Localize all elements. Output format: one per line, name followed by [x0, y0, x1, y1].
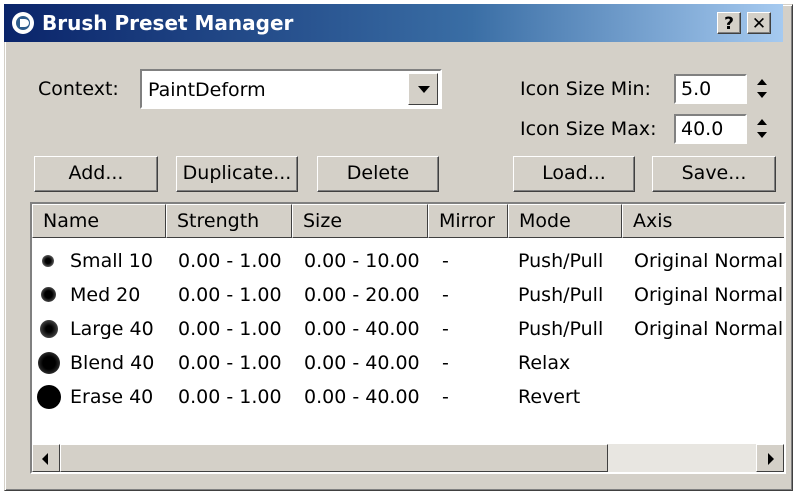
cell-mirror: - [442, 318, 449, 340]
brush-icon [41, 287, 56, 302]
column-header-strength[interactable]: Strength [166, 204, 292, 238]
spinner-down-icon[interactable] [757, 92, 767, 98]
cell-name: Med 20 [70, 284, 141, 306]
window-title: Brush Preset Manager [42, 11, 294, 35]
horizontal-scrollbar[interactable] [32, 444, 784, 472]
cell-strength: 0.00 - 1.00 [178, 386, 282, 408]
scroll-left-button[interactable] [32, 444, 60, 472]
column-header-mode[interactable]: Mode [508, 204, 622, 238]
column-header-mirror[interactable]: Mirror [428, 204, 508, 238]
cell-mode: Push/Pull [518, 250, 604, 272]
spinner-down-icon[interactable] [757, 132, 767, 138]
icon-size-max-value: 40.0 [681, 118, 724, 140]
icon-size-min-spinner[interactable] [752, 74, 772, 104]
arrow-right-icon [768, 453, 774, 465]
table-row[interactable]: Erase 40 0.00 - 1.00 0.00 - 40.00 - Reve… [32, 380, 784, 414]
close-button[interactable]: ✕ [747, 12, 771, 34]
chevron-down-icon [418, 86, 430, 93]
duplicate-button[interactable]: Duplicate... [176, 156, 298, 192]
cell-mirror: - [442, 352, 449, 374]
spinner-up-icon[interactable] [757, 79, 767, 85]
cell-mode: Relax [518, 352, 571, 374]
cell-strength: 0.00 - 1.00 [178, 250, 282, 272]
cell-name: Small 10 [70, 250, 153, 272]
app-logo-icon [12, 12, 34, 34]
cell-size: 0.00 - 40.00 [304, 386, 420, 408]
arrow-left-icon [42, 453, 48, 465]
cell-strength: 0.00 - 1.00 [178, 352, 282, 374]
add-button[interactable]: Add... [34, 156, 158, 192]
icon-size-min-value: 5.0 [681, 78, 712, 100]
table-row[interactable]: Blend 40 0.00 - 1.00 0.00 - 40.00 - Rela… [32, 346, 784, 380]
context-dropdown[interactable]: PaintDeform [140, 69, 442, 109]
scrollbar-thumb[interactable] [60, 444, 608, 472]
cell-strength: 0.00 - 1.00 [178, 318, 282, 340]
cell-size: 0.00 - 10.00 [304, 250, 420, 272]
brush-icon [42, 255, 54, 267]
table-row[interactable]: Small 10 0.00 - 1.00 0.00 - 10.00 - Push… [32, 244, 786, 278]
cell-mirror: - [442, 284, 449, 306]
cell-name: Large 40 [70, 318, 154, 340]
icon-size-min-field[interactable]: 5.0 [674, 74, 747, 104]
context-value: PaintDeform [148, 79, 266, 101]
context-label: Context: [38, 78, 119, 100]
cell-axis: Original Normal: [634, 284, 786, 306]
spinner-up-icon[interactable] [757, 119, 767, 125]
delete-button[interactable]: Delete [317, 156, 439, 192]
dropdown-arrow-button[interactable] [408, 73, 438, 105]
scroll-right-button[interactable] [756, 444, 784, 472]
icon-size-max-spinner[interactable] [752, 114, 772, 144]
cell-size: 0.00 - 40.00 [304, 352, 420, 374]
column-header-name[interactable]: Name [32, 204, 166, 238]
table-row[interactable]: Large 40 0.00 - 1.00 0.00 - 40.00 - Push… [32, 312, 786, 346]
help-button[interactable]: ? [717, 12, 741, 34]
cell-size: 0.00 - 40.00 [304, 318, 420, 340]
icon-size-max-label: Icon Size Max: [520, 118, 657, 140]
cell-mode: Push/Pull [518, 318, 604, 340]
cell-mode: Revert [518, 386, 581, 408]
preset-list[interactable]: Name Strength Size Mirror Mode Axis Smal… [30, 202, 786, 474]
list-header: Name Strength Size Mirror Mode Axis [32, 204, 784, 238]
cell-axis: Original Normal: [634, 318, 786, 340]
load-button[interactable]: Load... [513, 156, 635, 192]
brush-icon [40, 320, 58, 338]
cell-name: Erase 40 [70, 386, 154, 408]
column-header-axis[interactable]: Axis [622, 204, 784, 238]
table-row[interactable]: Med 20 0.00 - 1.00 0.00 - 20.00 - Push/P… [32, 278, 786, 312]
cell-size: 0.00 - 20.00 [304, 284, 420, 306]
icon-size-max-field[interactable]: 40.0 [674, 114, 747, 144]
column-header-size[interactable]: Size [292, 204, 428, 238]
brush-icon [37, 385, 61, 409]
icon-size-min-label: Icon Size Min: [520, 78, 651, 100]
title-bar[interactable]: Brush Preset Manager ? ✕ [4, 4, 783, 42]
cell-name: Blend 40 [70, 352, 155, 374]
brush-icon [38, 352, 60, 374]
cell-mirror: - [442, 386, 449, 408]
cell-mode: Push/Pull [518, 284, 604, 306]
cell-strength: 0.00 - 1.00 [178, 284, 282, 306]
cell-mirror: - [442, 250, 449, 272]
save-button[interactable]: Save... [652, 156, 776, 192]
cell-axis: Original Normal: [634, 250, 786, 272]
